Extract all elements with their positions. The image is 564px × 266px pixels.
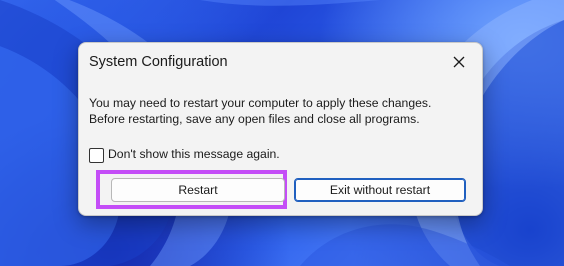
restart-button[interactable]: Restart xyxy=(111,178,285,202)
desktop-background: System Configuration You may need to res… xyxy=(0,0,564,266)
close-icon xyxy=(453,56,465,68)
message-line-2: Before restarting, save any open files a… xyxy=(89,112,420,126)
dialog-title: System Configuration xyxy=(89,54,228,70)
dialog-message: You may need to restart your computer to… xyxy=(89,95,474,127)
dont-show-again-label[interactable]: Don't show this message again. xyxy=(108,147,280,161)
system-configuration-dialog: System Configuration You may need to res… xyxy=(78,42,483,216)
message-line-1: You may need to restart your computer to… xyxy=(89,96,432,110)
close-button[interactable] xyxy=(442,47,476,77)
dont-show-again-checkbox[interactable] xyxy=(89,148,104,163)
dialog-titlebar: System Configuration xyxy=(79,43,482,81)
exit-without-restart-button[interactable]: Exit without restart xyxy=(294,178,466,202)
